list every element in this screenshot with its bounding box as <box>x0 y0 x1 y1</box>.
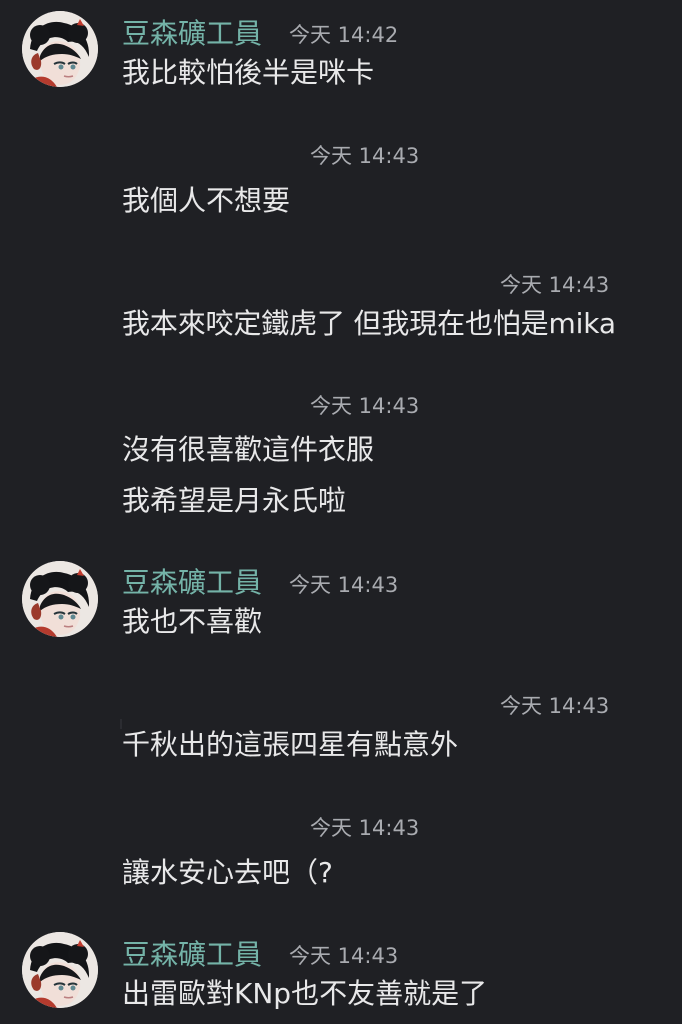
anime-avatar-icon <box>22 561 98 637</box>
message-text: 讓水安心去吧（? <box>122 856 333 889</box>
message-text: 我也不喜歡 <box>122 605 263 638</box>
message-text: 我個人不想要 <box>122 184 291 217</box>
message-text: 沒有很喜歡這件衣服 <box>122 433 375 466</box>
message-timestamp: 今天 14:42 <box>289 23 399 47</box>
avatar[interactable] <box>22 932 98 1008</box>
message-timestamp: 今天 14:43 <box>310 394 420 418</box>
message-author[interactable]: 豆森礦工員 <box>122 565 262 601</box>
message-text: 出雷歐對KNp也不友善就是了 <box>122 977 488 1010</box>
message-timestamp: 今天 14:43 <box>310 144 420 168</box>
message-timestamp: 今天 14:43 <box>500 273 610 297</box>
message-text: 我比較怕後半是咪卡 <box>122 56 375 89</box>
message-author[interactable]: 豆森礦工員 <box>122 937 262 973</box>
message-text: 千秋出的這張四星有點意外 <box>122 728 459 761</box>
message-author[interactable]: 豆森礦工員 <box>122 16 262 52</box>
message-timestamp: 今天 14:43 <box>310 816 420 840</box>
message-timestamp: 今天 14:43 <box>289 573 399 597</box>
avatar[interactable] <box>22 11 98 87</box>
message-text: 我希望是月永氏啦 <box>122 484 347 517</box>
message-text: 我本來咬定鐵虎了 但我現在也怕是mika <box>122 307 616 340</box>
message-timestamp: 今天 14:43 <box>500 694 610 718</box>
message-timestamp: 今天 14:43 <box>289 944 399 968</box>
anime-avatar-icon <box>22 932 98 1008</box>
chat-log: 豆森礦工員 今天 14:42 我比較怕後半是咪卡 今天 14:43 我個人不想要… <box>0 0 682 1024</box>
anime-avatar-icon <box>22 11 98 87</box>
avatar[interactable] <box>22 561 98 637</box>
